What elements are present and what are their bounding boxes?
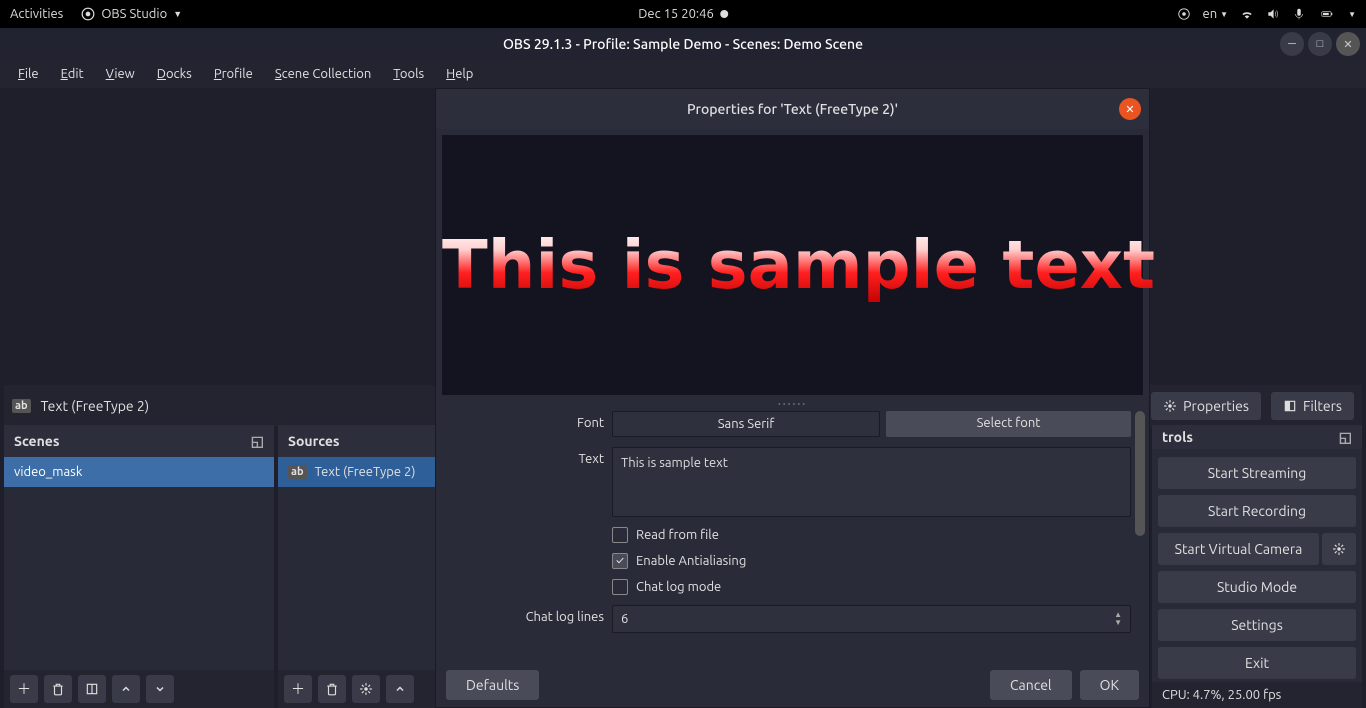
gear-icon [1163, 399, 1177, 413]
sources-panel: Sources ab Text (FreeType 2) ＋ [278, 425, 438, 708]
defaults-button[interactable]: Defaults [446, 670, 539, 700]
dialog-scrollbar[interactable] [1135, 411, 1145, 536]
virtual-camera-settings-button[interactable] [1322, 533, 1356, 565]
font-display: Sans Serif [612, 411, 880, 437]
scenes-list[interactable]: video_mask [4, 457, 274, 670]
controls-panel: trols ◱ Start Streaming Start Recording … [1152, 425, 1362, 708]
gear-icon [1332, 542, 1346, 556]
delete-scene-button[interactable] [44, 675, 72, 703]
studio-mode-button[interactable]: Studio Mode [1158, 571, 1356, 603]
dock-icon[interactable]: ◱ [1339, 429, 1352, 446]
chat-log-lines-input[interactable]: 6 ▲ ▼ [612, 605, 1131, 633]
language-indicator[interactable]: en▼ [1203, 7, 1229, 21]
text-input[interactable]: This is sample text [612, 447, 1131, 517]
dialog-titlebar[interactable]: Properties for 'Text (FreeType 2)' ✕ [436, 89, 1149, 129]
chat-log-lines-label: Chat log lines [444, 605, 604, 624]
chevron-up-icon [120, 683, 132, 695]
system-topbar: Activities OBS Studio ▼ Dec 15 20:46 en▼… [0, 0, 1366, 28]
add-source-button[interactable]: ＋ [284, 675, 312, 703]
move-scene-down-button[interactable] [146, 675, 174, 703]
font-label: Font [444, 411, 604, 430]
start-recording-button[interactable]: Start Recording [1158, 495, 1356, 527]
menu-view[interactable]: View [96, 63, 145, 85]
settings-button[interactable]: Settings [1158, 609, 1356, 641]
menu-docks[interactable]: Docks [147, 63, 202, 85]
activities-button[interactable]: Activities [10, 7, 63, 21]
text-source-icon: ab [12, 399, 31, 413]
close-button[interactable]: ✕ [1336, 32, 1360, 56]
battery-icon[interactable] [1318, 7, 1336, 21]
properties-button[interactable]: Properties [1151, 392, 1261, 420]
spinner-down-icon[interactable]: ▼ [1114, 619, 1122, 627]
volume-icon[interactable] [1266, 7, 1280, 21]
menu-edit[interactable]: Edit [51, 63, 94, 85]
chat-log-mode-label: Chat log mode [636, 580, 721, 594]
chat-log-lines-value: 6 [621, 612, 628, 626]
obs-tray-icon[interactable] [1177, 7, 1191, 21]
dialog-title: Properties for 'Text (FreeType 2)' [687, 101, 898, 117]
read-from-file-label: Read from file [636, 528, 719, 542]
maximize-button[interactable]: □ [1308, 32, 1332, 56]
grid-icon [85, 682, 99, 696]
select-font-button[interactable]: Select font [886, 411, 1131, 437]
obs-icon [81, 7, 95, 21]
trash-icon [51, 682, 65, 696]
cancel-button[interactable]: Cancel [990, 670, 1072, 700]
antialiasing-checkbox[interactable]: ✓ [612, 553, 628, 569]
source-item-label: Text (FreeType 2) [315, 465, 416, 479]
ok-button[interactable]: OK [1080, 670, 1139, 700]
dialog-form: Font Sans Serif Select font Text This is… [436, 407, 1149, 663]
menu-help[interactable]: Help [436, 63, 483, 85]
start-streaming-button[interactable]: Start Streaming [1158, 457, 1356, 489]
text-source-icon: ab [288, 465, 307, 479]
wifi-icon[interactable] [1240, 7, 1254, 21]
chat-log-mode-checkbox[interactable] [612, 579, 628, 595]
app-menu[interactable]: OBS Studio ▼ [81, 7, 182, 21]
chevron-down-icon[interactable]: ▼ [1348, 10, 1356, 19]
dialog-preview[interactable]: This is sample text [442, 135, 1143, 395]
notification-dot-icon [720, 10, 728, 18]
antialiasing-label: Enable Antialiasing [636, 554, 746, 568]
read-from-file-checkbox[interactable] [612, 527, 628, 543]
controls-title: trols [1162, 429, 1193, 445]
dialog-close-button[interactable]: ✕ [1119, 98, 1141, 120]
menu-file[interactable]: File [8, 63, 49, 85]
trash-icon [325, 682, 339, 696]
move-source-up-button[interactable] [386, 675, 414, 703]
chevron-down-icon [154, 683, 166, 695]
source-item[interactable]: ab Text (FreeType 2) [278, 457, 438, 487]
source-properties-button[interactable] [352, 675, 380, 703]
scenes-panel: Scenes ◱ video_mask ＋ [4, 425, 274, 708]
filters-icon [1283, 399, 1297, 413]
delete-source-button[interactable] [318, 675, 346, 703]
window-titlebar: OBS 29.1.3 - Profile: Sample Demo - Scen… [0, 28, 1366, 60]
dock-icon[interactable]: ◱ [251, 433, 264, 450]
chevron-down-icon: ▼ [173, 9, 182, 19]
sources-list[interactable]: ab Text (FreeType 2) [278, 457, 438, 670]
filters-button[interactable]: Filters [1271, 392, 1354, 420]
preview-text: This is sample text [442, 226, 1155, 304]
scenes-title: Scenes [14, 433, 59, 449]
menu-profile[interactable]: Profile [204, 63, 263, 85]
text-label: Text [444, 447, 604, 466]
add-scene-button[interactable]: ＋ [10, 675, 38, 703]
minimize-button[interactable]: ─ [1280, 32, 1304, 56]
properties-dialog: Properties for 'Text (FreeType 2)' ✕ Thi… [435, 88, 1150, 708]
scene-item[interactable]: video_mask [4, 457, 274, 487]
gear-icon [359, 682, 373, 696]
move-scene-up-button[interactable] [112, 675, 140, 703]
selected-source-name: Text (FreeType 2) [41, 398, 150, 414]
start-virtual-camera-button[interactable]: Start Virtual Camera [1158, 533, 1319, 565]
menu-scene-collection[interactable]: Scene Collection [265, 63, 381, 85]
exit-button[interactable]: Exit [1158, 647, 1356, 679]
chevron-up-icon [394, 683, 406, 695]
mic-icon[interactable] [1292, 7, 1306, 21]
sources-title: Sources [288, 433, 340, 449]
menubar: File Edit View Docks Profile Scene Colle… [0, 60, 1366, 88]
window-title: OBS 29.1.3 - Profile: Sample Demo - Scen… [503, 36, 863, 52]
menu-tools[interactable]: Tools [383, 63, 434, 85]
scene-filters-button[interactable] [78, 675, 106, 703]
datetime[interactable]: Dec 15 20:46 [638, 7, 728, 21]
status-bar: CPU: 4.7%, 25.00 fps [1152, 682, 1362, 708]
